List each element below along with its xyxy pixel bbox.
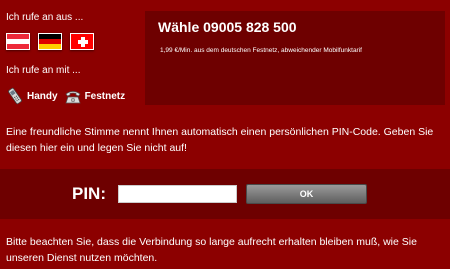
pin-label: PIN: [72, 184, 106, 203]
country-flags [6, 33, 94, 50]
phone-option-handy[interactable]: Handy [6, 87, 58, 105]
pin-input[interactable] [118, 185, 237, 203]
dial-number-title: Wähle 09005 828 500 [158, 19, 297, 35]
flag-switzerland-icon[interactable] [70, 33, 94, 50]
call-from-label: Ich rufe an aus ... [6, 12, 84, 23]
pin-instructions: Eine freundliche Stimme nennt Ihnen auto… [6, 126, 434, 154]
call-with-label: Ich rufe an mit ... [6, 65, 81, 76]
call-options-panel: Ich rufe an aus ... Ich rufe an mit ... … [0, 0, 145, 112]
dial-info-panel: Wähle 09005 828 500 1,99 €/Min. aus dem … [145, 11, 445, 105]
dial-price-info: 1,99 €/Min. aus dem deutschen Festnetz, … [160, 47, 362, 54]
phone-option-festnetz[interactable]: Festnetz [64, 87, 126, 105]
phone-type-options: Handy Festnetz [6, 87, 131, 105]
phone-option-label: Handy [27, 90, 58, 102]
flag-germany-icon[interactable] [38, 33, 62, 50]
ok-button[interactable]: OK [246, 184, 367, 204]
phone-option-label: Festnetz [84, 90, 126, 102]
landline-phone-icon [65, 91, 81, 104]
flag-austria-icon[interactable] [6, 33, 30, 50]
connection-note: Bitte beachten Sie, dass die Verbindung … [6, 236, 417, 264]
pin-entry-panel: PIN: OK [0, 169, 450, 219]
mobile-phone-icon [8, 87, 22, 105]
